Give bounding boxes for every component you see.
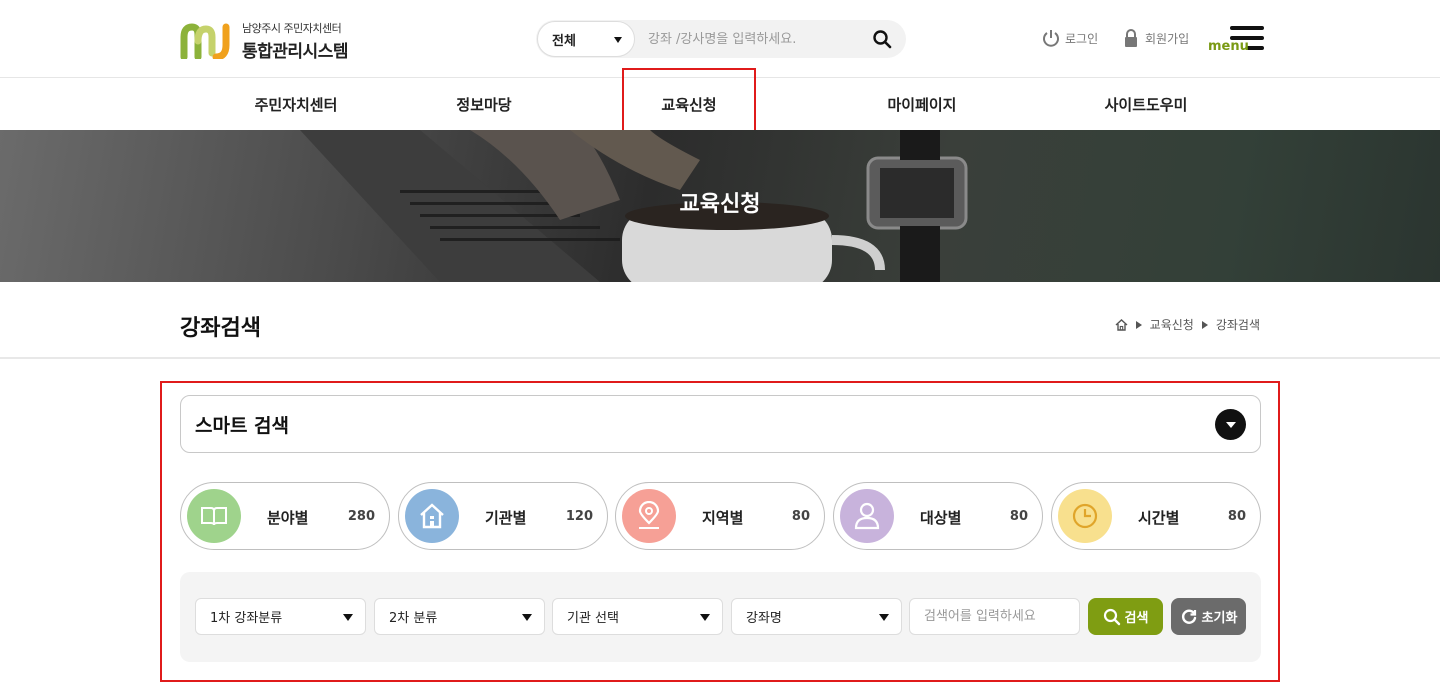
menu-label: menu: [1208, 39, 1249, 54]
filter-bar: 1차 강좌분류 2차 분류 기관 선택 강좌명 검색어를 입력하세요 검색 초기…: [180, 572, 1261, 662]
secondary-category-select[interactable]: 2차 분류: [374, 598, 545, 635]
category-count: 280: [347, 509, 375, 524]
category-label: 시간별: [1138, 509, 1180, 527]
home-icon[interactable]: [1115, 318, 1128, 331]
hero-banner: 교육신청: [0, 130, 1440, 282]
search-icon[interactable]: [872, 29, 892, 49]
primary-category-select[interactable]: 1차 강좌분류: [195, 598, 366, 635]
site-logo[interactable]: 남양주시 주민자치센터 통합관리시스템: [180, 20, 348, 62]
lock-icon: [1125, 29, 1137, 47]
primary-category-value: 1차 강좌분류: [210, 611, 283, 626]
page-header: 강좌검색 교육신청 강좌검색: [0, 282, 1440, 359]
all-menu-button[interactable]: menu: [1208, 24, 1264, 56]
site-header: 남양주시 주민자치센터 통합관리시스템 전체 로그인 회원가입 menu: [0, 0, 1440, 78]
search-button[interactable]: 검색: [1088, 598, 1163, 635]
category-label: 지역별: [702, 509, 744, 527]
category-count: 80: [1227, 509, 1246, 524]
chevron-down-icon[interactable]: [1215, 409, 1246, 440]
breadcrumb-separator-icon: [1201, 320, 1208, 329]
house-icon: [405, 489, 459, 543]
global-search: 전체: [536, 20, 906, 58]
gnb-item-center[interactable]: 주민자치센터: [226, 79, 366, 130]
category-label: 대상별: [920, 509, 962, 527]
secondary-category-value: 2차 분류: [389, 611, 438, 626]
logo-mark-icon: [180, 23, 230, 59]
join-link[interactable]: 회원가입: [1122, 28, 1189, 48]
book-icon: [187, 489, 241, 543]
category-label: 분야별: [267, 509, 309, 527]
category-label: 기관별: [485, 509, 527, 527]
gnb-item-mypage[interactable]: 마이페이지: [852, 79, 992, 130]
category-count: 80: [1009, 509, 1028, 524]
power-icon: [1043, 30, 1059, 47]
category-list: 분야별 280 기관별 120 지역별 80 대상별 80 시간별 80: [180, 482, 1261, 552]
logo-subtitle: 남양주시 주민자치센터: [242, 22, 342, 35]
search-field-select[interactable]: 강좌명: [731, 598, 902, 635]
caret-down-icon: [614, 37, 622, 43]
person-icon: [840, 489, 894, 543]
map-pin-icon: [622, 489, 676, 543]
reset-button-label: 초기화: [1201, 611, 1238, 626]
logo-title: 통합관리시스템: [242, 42, 348, 62]
search-icon: [1103, 608, 1120, 625]
category-institution[interactable]: 기관별 120: [398, 482, 608, 550]
keyword-input[interactable]: [909, 598, 1080, 635]
global-search-input[interactable]: [648, 29, 858, 49]
main-navigation: 주민자치센터 정보마당 교육신청 마이페이지 사이트도우미: [0, 68, 1440, 137]
search-button-label: 검색: [1124, 611, 1149, 626]
refresh-icon: [1181, 609, 1196, 624]
search-scope-value: 전체: [552, 33, 576, 49]
login-link[interactable]: 로그인: [1042, 28, 1098, 48]
breadcrumb-current: 강좌검색: [1215, 318, 1260, 332]
hero-title: 교육신청: [679, 192, 761, 217]
category-field[interactable]: 분야별 280: [180, 482, 390, 550]
menu-bar: [1230, 26, 1264, 30]
institution-value: 기관 선택: [567, 611, 619, 626]
gnb-item-sitehelp[interactable]: 사이트도우미: [1076, 79, 1216, 130]
category-region[interactable]: 지역별 80: [615, 482, 825, 550]
smart-search-panel: 스마트 검색 분야별 280 기관별 120 지역별 80 대상별 80 시간별…: [160, 381, 1280, 682]
caret-down-icon: [879, 614, 889, 621]
smart-search-title: 스마트 검색: [195, 414, 290, 437]
reset-button[interactable]: 초기화: [1171, 598, 1246, 635]
login-label: 로그인: [1065, 31, 1099, 46]
category-time[interactable]: 시간별 80: [1051, 482, 1261, 550]
join-label: 회원가입: [1145, 31, 1190, 46]
caret-down-icon: [700, 614, 710, 621]
page-title: 강좌검색: [180, 316, 261, 341]
institution-select[interactable]: 기관 선택: [552, 598, 723, 635]
gnb-item-education[interactable]: 교육신청: [622, 79, 756, 130]
smart-search-toggle-bar[interactable]: 스마트 검색: [180, 395, 1261, 453]
caret-down-icon: [343, 614, 353, 621]
search-field-value: 강좌명: [746, 611, 782, 626]
category-target[interactable]: 대상별 80: [833, 482, 1043, 550]
caret-down-icon: [522, 614, 532, 621]
breadcrumb: 교육신청 강좌검색: [1115, 316, 1260, 333]
breadcrumb-item[interactable]: 교육신청: [1150, 316, 1194, 333]
category-count: 120: [565, 509, 593, 524]
gnb-item-info[interactable]: 정보마당: [414, 79, 554, 130]
clock-icon: [1058, 489, 1112, 543]
breadcrumb-separator-icon: [1135, 320, 1142, 329]
category-count: 80: [791, 509, 810, 524]
search-scope-select[interactable]: 전체: [537, 21, 635, 57]
